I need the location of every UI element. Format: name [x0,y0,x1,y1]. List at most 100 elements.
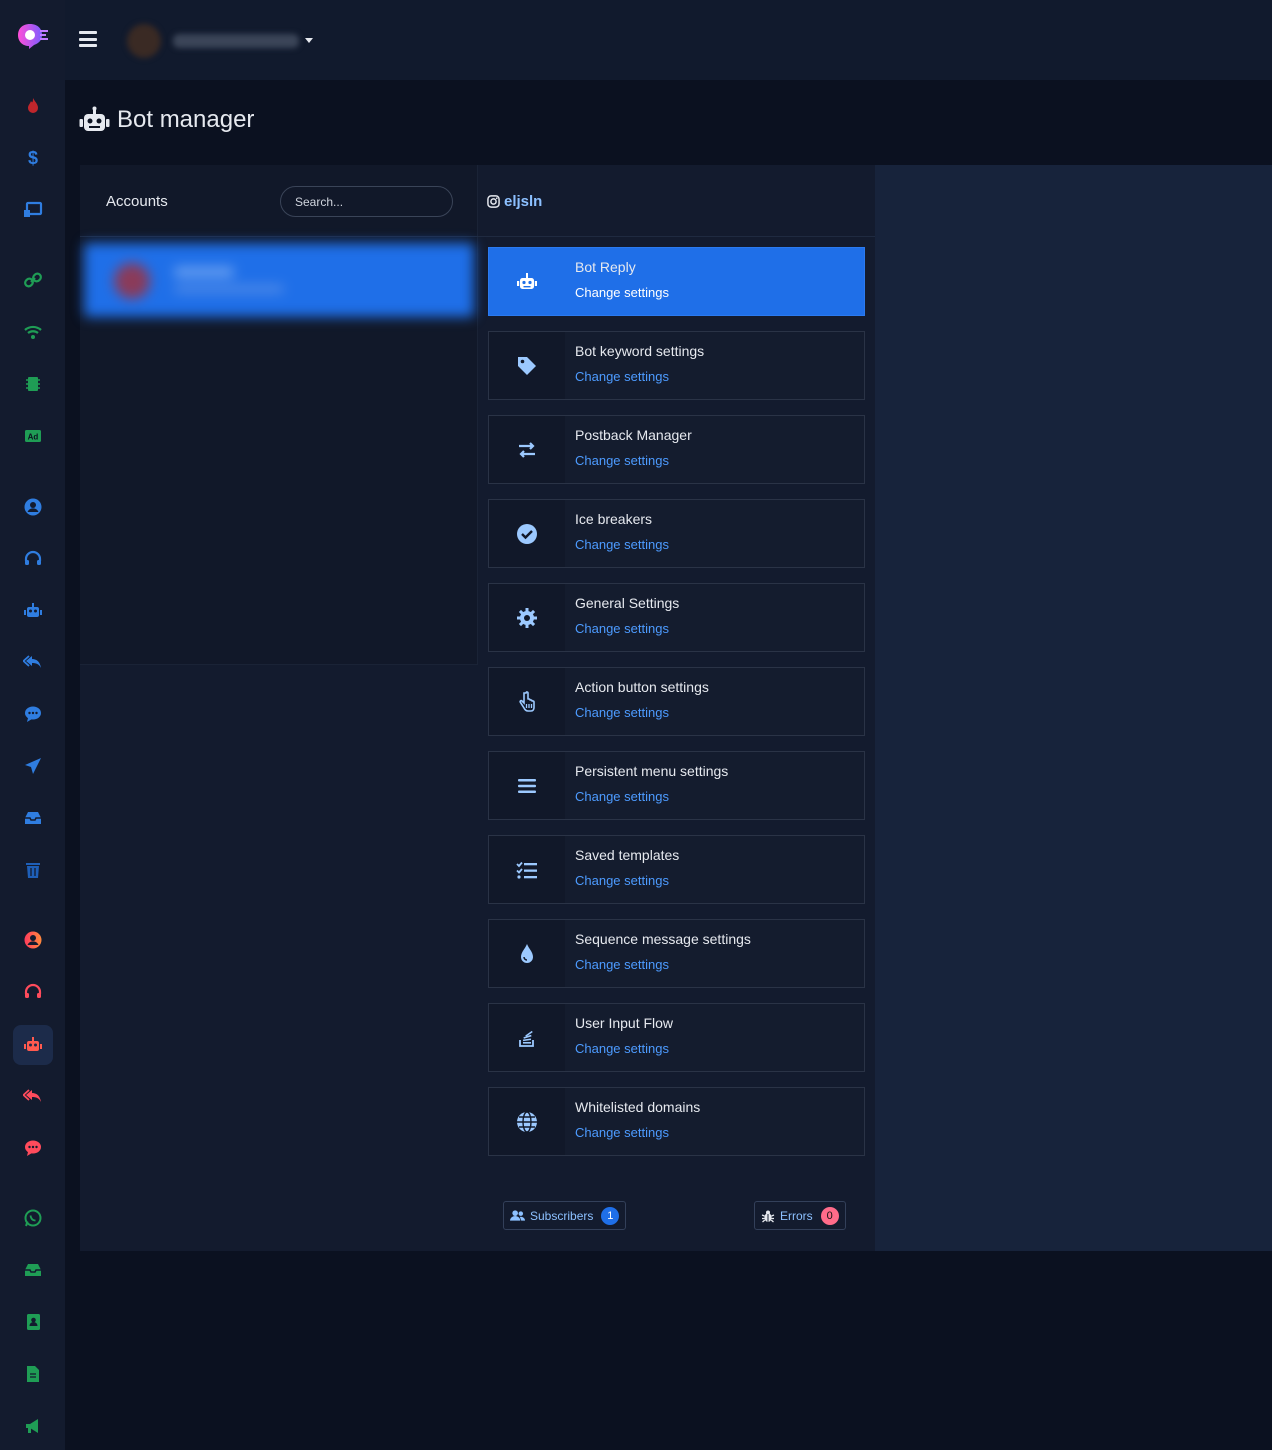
exchange-arrows-icon [519,441,535,458]
chat-bubble-icon[interactable] [17,698,49,730]
change-settings-link[interactable]: Change settings [575,285,669,300]
chat-bubble-icon[interactable] [17,1132,49,1164]
sidebar: $ Ad [0,0,65,1450]
dollar-icon[interactable]: $ [17,142,49,174]
change-settings-link[interactable]: Change settings [575,873,679,888]
change-settings-link[interactable]: Change settings [575,1041,673,1056]
gear-icon [517,607,537,628]
change-settings-link[interactable]: Change settings [575,1125,700,1140]
accounts-label: Accounts [106,193,168,210]
cast-screen-icon[interactable] [17,194,49,226]
bug-icon [761,1210,775,1222]
setting-title: Postback Manager [575,427,692,443]
accounts-panel: Accounts [80,165,478,665]
setting-sequence-message[interactable]: Sequence message settings Change settings [488,919,865,988]
paper-plane-icon[interactable] [17,750,49,782]
ad-icon[interactable]: Ad [17,420,49,452]
setting-user-input-flow[interactable]: User Input Flow Change settings [488,1003,865,1072]
stack-icon [519,1030,534,1047]
check-circle-icon [517,523,537,544]
fire-icon[interactable] [17,90,49,122]
megaphone-icon[interactable] [17,1410,49,1442]
change-settings-link[interactable]: Change settings [575,453,692,468]
change-settings-link[interactable]: Change settings [575,621,679,636]
setting-title: Bot keyword settings [575,343,705,359]
app-logo[interactable] [16,22,50,50]
inbox-icon[interactable] [17,802,49,834]
errors-count-badge: 0 [820,1206,839,1225]
whatsapp-icon[interactable] [17,1202,49,1234]
subscribers-count-badge: 1 [601,1206,620,1225]
change-settings-link[interactable]: Change settings [575,957,751,972]
checklist-icon [516,861,537,879]
setting-whitelisted-domains[interactable]: Whitelisted domains Change settings [488,1087,865,1156]
trash-icon[interactable] [17,854,49,886]
subscribers-label: Subscribers [530,1208,594,1223]
account-handle-text: eljsln [504,193,543,210]
setting-title: Ice breakers [575,511,653,527]
setting-general[interactable]: General Settings Change settings [488,583,865,652]
user-circle-icon[interactable] [17,924,49,956]
change-settings-link[interactable]: Change settings [575,705,709,720]
reply-all-icon[interactable] [17,1080,49,1112]
link-icon[interactable] [17,264,49,296]
instagram-icon [487,195,500,208]
chevron-down-icon[interactable] [305,38,313,43]
hand-pointer-icon [519,690,535,712]
setting-title: Sequence message settings [575,931,751,947]
subscribers-button[interactable]: Subscribers 1 [503,1201,627,1230]
reply-all-icon[interactable] [17,646,49,678]
headset-icon[interactable] [17,543,49,575]
setting-title: General Settings [575,595,680,611]
avatar [114,263,150,299]
setting-persistent-menu[interactable]: Persistent menu settings Change settings [488,751,865,820]
robot-icon [517,272,537,289]
change-settings-link[interactable]: Change settings [575,789,728,804]
inbox-icon[interactable] [17,1254,49,1286]
menu-toggle-icon[interactable] [79,31,97,47]
card-right-area [875,165,1272,1251]
svg-text:Ad: Ad [28,433,39,442]
change-settings-link[interactable]: Change settings [575,537,669,552]
headset-icon[interactable] [17,976,49,1008]
svg-text:$: $ [28,148,38,168]
robot-icon [79,106,110,131]
setting-postback-manager[interactable]: Postback Manager Change settings [488,415,865,484]
topbar [65,0,1272,80]
accounts-header: Accounts [80,165,478,237]
wifi-icon[interactable] [17,316,49,348]
setting-action-button[interactable]: Action button settings Change settings [488,667,865,736]
setting-title: Action button settings [575,679,709,695]
globe-icon [517,1110,537,1133]
account-item-selected[interactable] [84,243,474,317]
setting-title: Persistent menu settings [575,763,729,779]
detail-header: eljsln [478,165,875,237]
change-settings-link[interactable]: Change settings [575,369,704,384]
setting-title: Bot Reply [575,259,636,275]
user-circle-icon[interactable] [17,491,49,523]
setting-title: User Input Flow [575,1015,674,1031]
users-icon [510,1210,525,1221]
errors-button[interactable]: Errors 0 [754,1201,846,1230]
contact-book-icon[interactable] [17,1306,49,1338]
account-name-redacted [174,267,234,277]
document-icon[interactable] [17,1358,49,1390]
tag-icon [518,356,536,375]
search-input[interactable] [280,186,453,217]
bars-icon [518,778,536,793]
setting-title: Saved templates [575,847,680,863]
page-title: Bot manager [117,106,255,133]
setting-title: Whitelisted domains [575,1099,701,1115]
setting-saved-templates[interactable]: Saved templates Change settings [488,835,865,904]
robot-icon[interactable] [13,1025,53,1065]
errors-label: Errors [780,1208,813,1223]
setting-ice-breakers[interactable]: Ice breakers Change settings [488,499,865,568]
robot-icon[interactable] [17,595,49,627]
account-meta-redacted [174,285,284,293]
avatar[interactable] [127,24,161,58]
user-name-redacted[interactable] [173,34,299,48]
setting-bot-keyword[interactable]: Bot keyword settings Change settings [488,331,865,400]
setting-bot-reply[interactable]: Bot Reply Change settings [488,247,865,316]
chip-icon[interactable] [17,368,49,400]
account-handle[interactable]: eljsln [487,193,542,210]
